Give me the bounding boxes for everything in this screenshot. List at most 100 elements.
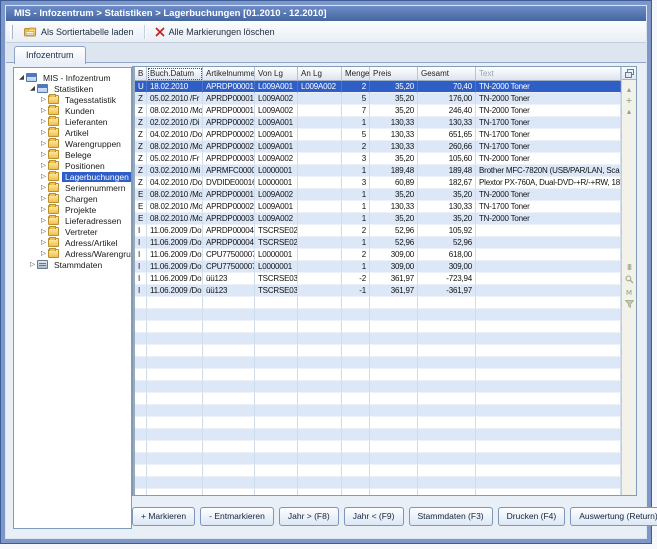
cell[interactable]: 05.02.2010 /Fr xyxy=(147,153,203,165)
cell[interactable] xyxy=(418,357,476,369)
cell[interactable] xyxy=(370,417,418,429)
cell[interactable]: TN-2000 Toner xyxy=(476,213,621,225)
cell[interactable]: 60,89 xyxy=(370,177,418,189)
cell[interactable] xyxy=(203,345,255,357)
cell[interactable]: 2 xyxy=(342,249,370,261)
table-row[interactable]: U18.02.2010APRDP00001L009A001L009A002235… xyxy=(135,81,621,93)
cell[interactable]: 3 xyxy=(342,153,370,165)
cell[interactable] xyxy=(342,441,370,453)
tree-item-seriennummern[interactable]: ▷Seriennummern xyxy=(14,182,131,193)
cell[interactable]: 08.02.2010 /Mo xyxy=(147,201,203,213)
cell[interactable] xyxy=(476,429,621,441)
cell[interactable] xyxy=(342,393,370,405)
column-header-von-lg[interactable]: Von Lg xyxy=(255,67,298,81)
table-row[interactable]: Z04.02.2010 /DoDVDIDE00016L0000001360,89… xyxy=(135,177,621,189)
cell[interactable]: TN-1700 Toner xyxy=(476,201,621,213)
cell[interactable] xyxy=(203,369,255,381)
cell[interactable]: APRDP00001 xyxy=(203,81,255,93)
cell[interactable] xyxy=(147,429,203,441)
cell[interactable]: 176,00 xyxy=(418,93,476,105)
button-drucken-f4[interactable]: Drucken (F4) xyxy=(498,507,566,526)
cell[interactable] xyxy=(135,297,147,309)
cell[interactable]: 52,96 xyxy=(370,225,418,237)
cell[interactable]: 04.02.2010 /Do xyxy=(147,129,203,141)
cell[interactable] xyxy=(255,333,298,345)
nav-up-icon[interactable]: ▴ xyxy=(622,85,636,94)
load-sort-table-button[interactable]: Als Sortiertabelle laden xyxy=(18,24,140,39)
cell[interactable] xyxy=(476,441,621,453)
cell[interactable]: APRDP00002 xyxy=(203,141,255,153)
cell[interactable] xyxy=(298,429,342,441)
tree-item-tagesstatistik[interactable]: ▷Tagesstatistik xyxy=(14,94,131,105)
cell[interactable] xyxy=(298,165,342,177)
cell[interactable] xyxy=(342,465,370,477)
cell[interactable]: L009A002 xyxy=(255,93,298,105)
cell[interactable]: Z xyxy=(135,105,147,117)
cell[interactable] xyxy=(476,381,621,393)
cell[interactable]: L009A002 xyxy=(298,81,342,93)
cell[interactable] xyxy=(370,345,418,357)
cell[interactable]: TN-1700 Toner xyxy=(476,141,621,153)
cell[interactable]: APRDP00003 xyxy=(203,213,255,225)
cell[interactable] xyxy=(135,333,147,345)
cell[interactable] xyxy=(255,405,298,417)
cell[interactable]: APRDP00001 xyxy=(203,105,255,117)
cell[interactable] xyxy=(147,441,203,453)
cell[interactable] xyxy=(255,441,298,453)
cell[interactable] xyxy=(298,477,342,489)
cell[interactable]: 7 xyxy=(342,105,370,117)
cell[interactable] xyxy=(203,465,255,477)
cell[interactable] xyxy=(298,225,342,237)
cell[interactable] xyxy=(135,441,147,453)
cell[interactable] xyxy=(418,429,476,441)
cell[interactable] xyxy=(203,489,255,495)
cell[interactable]: 05.02.2010 /Fr xyxy=(147,93,203,105)
table-row[interactable]: E08.02.2010 /MoAPRDP00002L009A0011130,33… xyxy=(135,201,621,213)
cell[interactable] xyxy=(135,429,147,441)
cell[interactable] xyxy=(147,321,203,333)
cell[interactable] xyxy=(418,333,476,345)
cell[interactable] xyxy=(298,417,342,429)
column-header-text[interactable]: Text xyxy=(476,67,621,81)
cell[interactable] xyxy=(255,345,298,357)
collapsed-arrow-icon[interactable]: ▷ xyxy=(39,248,48,259)
columns-icon[interactable]: III xyxy=(622,263,636,272)
cell[interactable]: -2 xyxy=(342,273,370,285)
cell[interactable] xyxy=(342,417,370,429)
tree-item-kunden[interactable]: ▷Kunden xyxy=(14,105,131,116)
cell[interactable] xyxy=(298,141,342,153)
table-row[interactable]: Z08.02.2010 /MoAPRDP00002L009A0012130,33… xyxy=(135,141,621,153)
cell[interactable]: TSCRSE03 xyxy=(255,273,298,285)
cell[interactable] xyxy=(203,381,255,393)
cell[interactable]: 52,96 xyxy=(370,237,418,249)
cell[interactable]: 246,40 xyxy=(418,105,476,117)
cell[interactable] xyxy=(370,369,418,381)
cell[interactable] xyxy=(370,321,418,333)
cell[interactable]: TSCRSE03 xyxy=(255,285,298,297)
cell[interactable] xyxy=(298,261,342,273)
cell[interactable] xyxy=(298,105,342,117)
cell[interactable]: 189,48 xyxy=(418,165,476,177)
tree-item-stammdaten[interactable]: ▷Stammdaten xyxy=(14,259,131,270)
cell[interactable] xyxy=(476,309,621,321)
cell[interactable] xyxy=(298,93,342,105)
cell[interactable] xyxy=(298,273,342,285)
cell[interactable] xyxy=(203,309,255,321)
cell[interactable] xyxy=(342,477,370,489)
cell[interactable]: 130,33 xyxy=(370,141,418,153)
collapsed-arrow-icon[interactable]: ▷ xyxy=(39,204,48,215)
cell[interactable]: 11.06.2009 /Do xyxy=(147,249,203,261)
cell[interactable]: CPU77500007 xyxy=(203,261,255,273)
cell[interactable] xyxy=(203,297,255,309)
cell[interactable]: I xyxy=(135,249,147,261)
cell[interactable] xyxy=(255,393,298,405)
cell[interactable]: 1 xyxy=(342,237,370,249)
cell[interactable]: APRDP00004 xyxy=(203,237,255,249)
button-jahr-f9[interactable]: Jahr < (F9) xyxy=(344,507,404,526)
collapsed-arrow-icon[interactable]: ▷ xyxy=(39,226,48,237)
cell[interactable] xyxy=(342,429,370,441)
cell[interactable]: 08.02.2010 /Mo xyxy=(147,213,203,225)
cell[interactable] xyxy=(418,489,476,495)
cell[interactable] xyxy=(203,429,255,441)
cell[interactable]: 1 xyxy=(342,201,370,213)
